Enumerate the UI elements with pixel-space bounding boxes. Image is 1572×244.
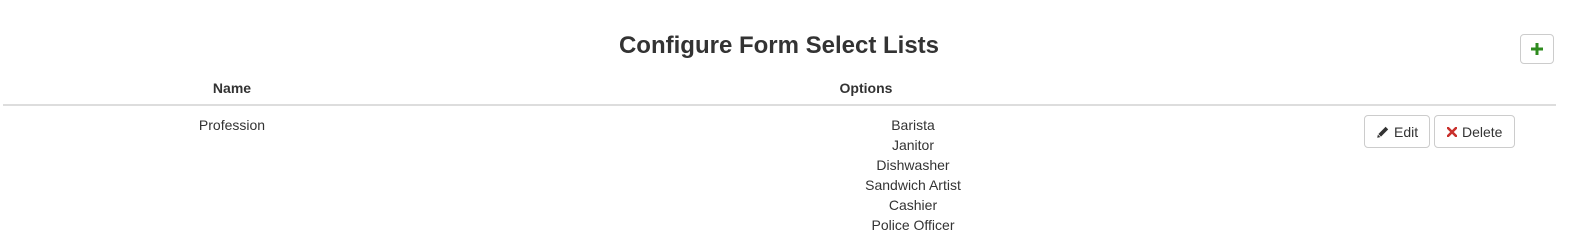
table-row: Profession Barista Janitor Dishwasher Sa…: [3, 106, 1556, 244]
option-item: Janitor: [891, 137, 935, 153]
edit-button[interactable]: Edit: [1364, 115, 1430, 148]
option-item: Sandwich Artist: [865, 177, 961, 193]
column-header-options: Options: [839, 80, 893, 96]
row-actions: Edit Delete: [1364, 115, 1515, 148]
option-item: Barista: [891, 117, 935, 133]
delete-button-label: Delete: [1462, 123, 1503, 140]
option-item: Dishwasher: [876, 157, 950, 173]
table-header: Name Options: [3, 74, 1556, 106]
page-title: Configure Form Select Lists: [618, 32, 940, 59]
x-icon: [1447, 126, 1457, 137]
page: Configure Form Select Lists Name Options…: [0, 0, 1572, 244]
pencil-icon: [1377, 126, 1389, 138]
option-item: Police Officer: [871, 217, 955, 233]
plus-icon: [1531, 43, 1543, 55]
edit-button-label: Edit: [1394, 123, 1419, 140]
add-list-button[interactable]: [1520, 34, 1554, 64]
option-item: Cashier: [888, 197, 938, 213]
row-name-cell: Profession: [198, 117, 266, 133]
delete-button[interactable]: Delete: [1434, 115, 1515, 148]
column-header-name: Name: [212, 80, 252, 96]
row-options-cell: Barista Janitor Dishwasher Sandwich Arti…: [461, 115, 1365, 235]
